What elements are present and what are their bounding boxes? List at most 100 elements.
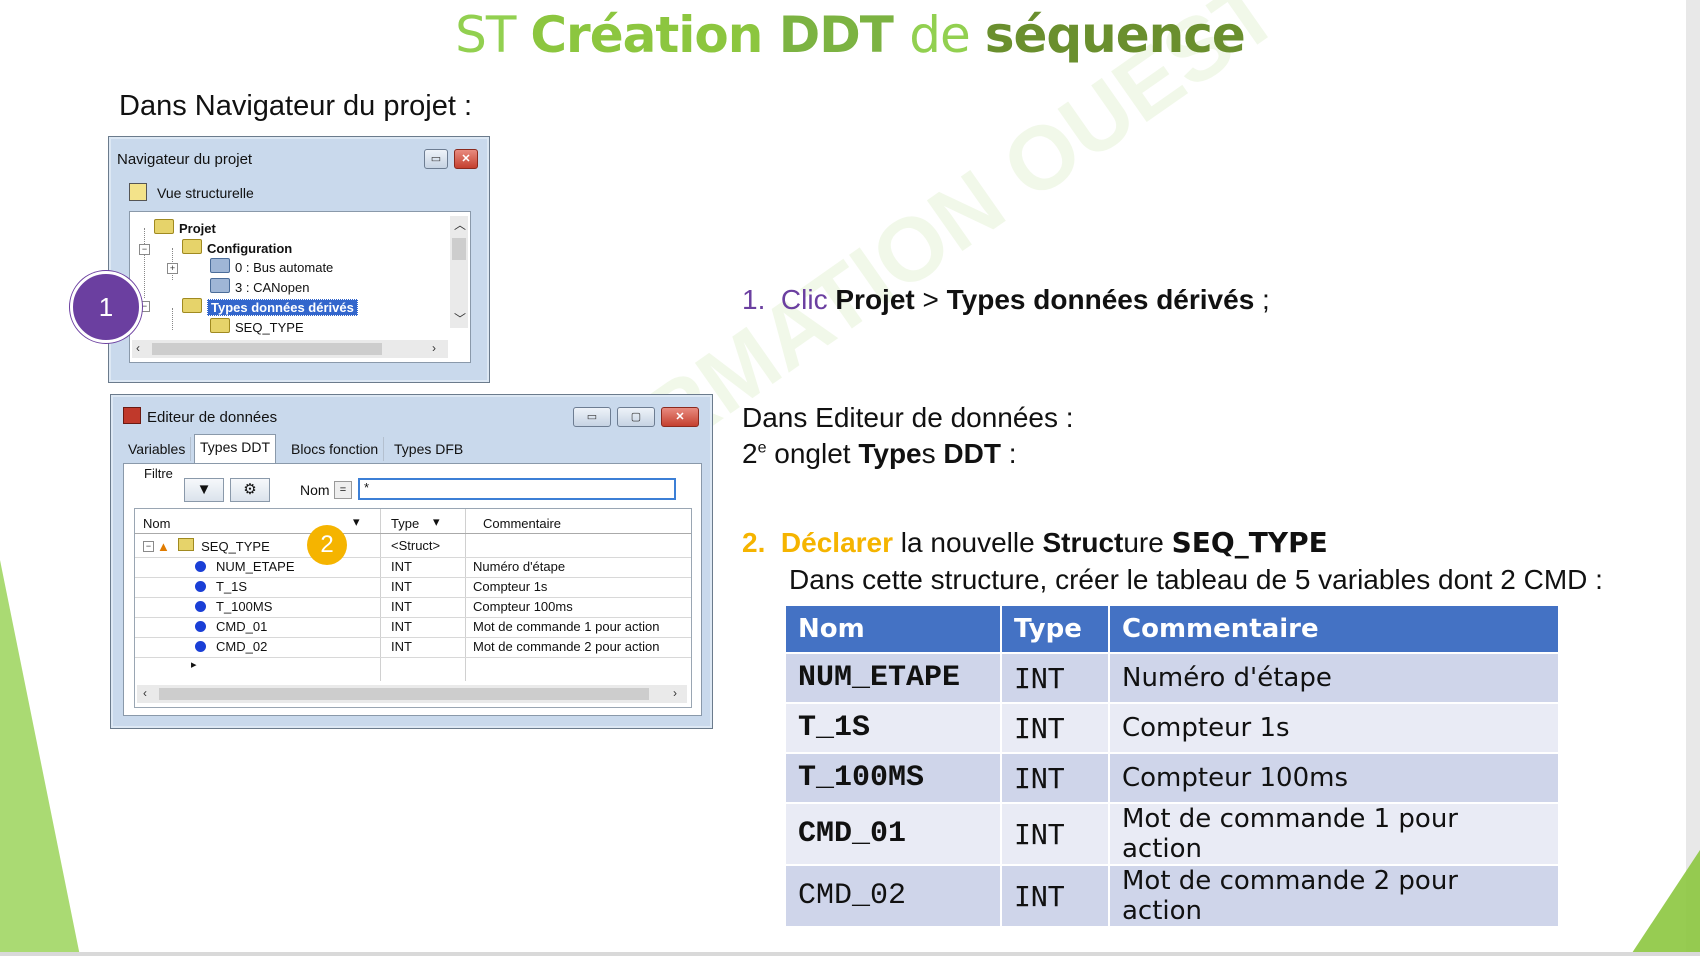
tab-variables[interactable]: Variables bbox=[123, 437, 192, 461]
slide: AEI FORMATION OUEST ST Création DDT de s… bbox=[0, 0, 1700, 956]
cell-comment: Compteur 100ms bbox=[1110, 754, 1558, 802]
cell-type: INT bbox=[1002, 754, 1108, 802]
cell-type: INT bbox=[1002, 704, 1108, 752]
data-editor-window: Editeur de données ▭ ▢ ✕ Variables Types… bbox=[110, 394, 713, 729]
table-row-comment: Mot de commande 1 pour action bbox=[473, 619, 660, 634]
close-button[interactable]: ✕ bbox=[661, 407, 699, 427]
element-dot-icon bbox=[195, 581, 206, 592]
cell-name: CMD_02 bbox=[786, 866, 1000, 926]
scroll-left-icon[interactable]: ‹ bbox=[136, 341, 140, 355]
collapse-toggle[interactable]: − bbox=[143, 541, 154, 552]
folder-icon bbox=[182, 239, 202, 254]
step-2-detail: Dans cette structure, créer le tableau d… bbox=[789, 564, 1603, 595]
table-row: T_100MS INT Compteur 100ms bbox=[786, 754, 1558, 802]
new-row-marker[interactable]: ▸ bbox=[191, 658, 197, 671]
warning-icon: ▲ bbox=[157, 539, 170, 554]
title-part: Création bbox=[530, 6, 779, 64]
title-part: ST bbox=[455, 6, 531, 64]
header-type: Type bbox=[1002, 606, 1108, 652]
vertical-scrollbar[interactable]: ︿ ﹀ bbox=[450, 216, 468, 328]
sort-icon[interactable]: ▾ bbox=[433, 514, 440, 530]
scroll-thumb[interactable] bbox=[452, 238, 466, 260]
tree-item-projet[interactable]: Projet bbox=[154, 219, 216, 236]
sort-icon[interactable]: ▾ bbox=[353, 514, 360, 530]
editor-title: Editeur de données bbox=[147, 409, 278, 426]
tree-item-seq-type[interactable]: SEQ_TYPE bbox=[210, 318, 304, 335]
minimize-button[interactable]: ▭ bbox=[424, 149, 448, 169]
title-part: séquence bbox=[984, 6, 1246, 64]
expand-toggle[interactable]: + bbox=[167, 263, 178, 274]
minimize-button[interactable]: ▭ bbox=[573, 407, 611, 427]
table-row-name[interactable]: NUM_ETAPE bbox=[195, 559, 295, 574]
collapse-toggle[interactable]: − bbox=[139, 244, 150, 255]
view-label-row[interactable]: Vue structurelle bbox=[129, 183, 254, 201]
editor-body: Filtre ▼ ⚙ Nom = * Nom ▾ Type ▾ Commenta… bbox=[123, 463, 702, 716]
horizontal-scrollbar[interactable]: ‹ › bbox=[137, 685, 687, 703]
table-row-name[interactable]: CMD_01 bbox=[195, 619, 267, 634]
network-icon bbox=[210, 258, 230, 273]
ddt-grid: Nom ▾ Type ▾ Commentaire − ▲ SEQ_TYPE <S… bbox=[134, 508, 692, 708]
cell-type: INT bbox=[1002, 654, 1108, 702]
cell-comment: Compteur 1s bbox=[1110, 704, 1558, 752]
cell-comment: Mot de commande 1 pour action bbox=[1110, 804, 1558, 864]
col-header-comment[interactable]: Commentaire bbox=[483, 516, 561, 531]
cell-name: T_1S bbox=[786, 704, 1000, 752]
close-button[interactable]: ✕ bbox=[454, 149, 478, 169]
element-dot-icon bbox=[195, 621, 206, 632]
col-header-type[interactable]: Type bbox=[391, 516, 419, 531]
cell-comment: Mot de commande 2 pour action bbox=[1110, 866, 1558, 926]
scroll-down-icon[interactable]: ﹀ bbox=[454, 310, 466, 327]
scroll-up-icon[interactable]: ︿ bbox=[454, 216, 466, 233]
title-part: de bbox=[909, 6, 985, 64]
element-dot-icon bbox=[195, 601, 206, 612]
step-2-text: 2. Déclarer la nouvelle Structure SEQ_TY… bbox=[742, 526, 1328, 559]
header-comment: Commentaire bbox=[1110, 606, 1558, 652]
scroll-right-icon[interactable]: › bbox=[673, 686, 677, 700]
cell-type: INT bbox=[1002, 866, 1108, 926]
scroll-left-icon[interactable]: ‹ bbox=[143, 686, 147, 700]
title-part: DDT bbox=[778, 6, 910, 64]
view-label: Vue structurelle bbox=[157, 185, 254, 201]
horizontal-scrollbar[interactable]: ‹ › bbox=[132, 340, 448, 358]
decor-left-triangle bbox=[0, 560, 80, 956]
project-navigator-window: Navigateur du projet ▭ ✕ Vue structurell… bbox=[108, 136, 490, 383]
filter-gear-button[interactable]: ⚙ bbox=[230, 478, 270, 502]
table-header-row: Nom Type Commentaire bbox=[786, 606, 1558, 652]
tree-item-derived-types[interactable]: Types données dérivés bbox=[182, 298, 358, 316]
tab-ddt-types[interactable]: Types DDT bbox=[194, 434, 277, 463]
nav-heading: Dans Navigateur du projet : bbox=[119, 90, 473, 122]
cell-type: INT bbox=[1002, 804, 1108, 864]
table-row-type: INT bbox=[391, 579, 412, 594]
table-row-type: INT bbox=[391, 639, 412, 654]
col-header-name[interactable]: Nom bbox=[143, 516, 170, 531]
table-row-name[interactable]: T_1S bbox=[195, 579, 247, 594]
table-row: NUM_ETAPE INT Numéro d'étape bbox=[786, 654, 1558, 702]
scroll-thumb[interactable] bbox=[152, 343, 382, 355]
table-row-comment: Compteur 100ms bbox=[473, 599, 573, 614]
tree-item-bus[interactable]: 0 : Bus automate bbox=[210, 258, 333, 275]
table-row-name[interactable]: T_100MS bbox=[195, 599, 272, 614]
scroll-right-icon[interactable]: › bbox=[432, 341, 436, 355]
cell-name: NUM_ETAPE bbox=[786, 654, 1000, 702]
tree-structure-icon bbox=[129, 183, 147, 201]
step-badge-2: 2 bbox=[307, 525, 347, 565]
decor-bottom-line bbox=[0, 952, 1700, 956]
navigator-title: Navigateur du projet bbox=[117, 151, 253, 168]
navigator-tree-panel: − + − Projet Configuration 0 : Bus autom… bbox=[129, 211, 471, 363]
tree-item-canopen[interactable]: 3 : CANopen bbox=[210, 278, 309, 295]
name-filter-input[interactable]: * bbox=[358, 478, 676, 500]
variables-table: Nom Type Commentaire NUM_ETAPE INT Numér… bbox=[784, 604, 1560, 928]
name-filter-label: Nom bbox=[300, 482, 330, 498]
tab-function-blocks[interactable]: Blocs fonction bbox=[286, 437, 385, 461]
tree-item-configuration[interactable]: Configuration bbox=[182, 239, 292, 256]
filter-funnel-button[interactable]: ▼ bbox=[184, 478, 224, 502]
step-badge-1: 1 bbox=[70, 271, 142, 343]
maximize-button[interactable]: ▢ bbox=[617, 407, 655, 427]
table-row-name[interactable]: CMD_02 bbox=[195, 639, 267, 654]
table-row-struct[interactable]: ▲ SEQ_TYPE bbox=[157, 538, 270, 554]
element-dot-icon bbox=[195, 561, 206, 572]
data-editor-icon bbox=[123, 407, 141, 424]
equals-button[interactable]: = bbox=[334, 481, 352, 499]
scroll-thumb[interactable] bbox=[159, 688, 649, 700]
tab-dfb-types[interactable]: Types DFB bbox=[389, 437, 468, 461]
